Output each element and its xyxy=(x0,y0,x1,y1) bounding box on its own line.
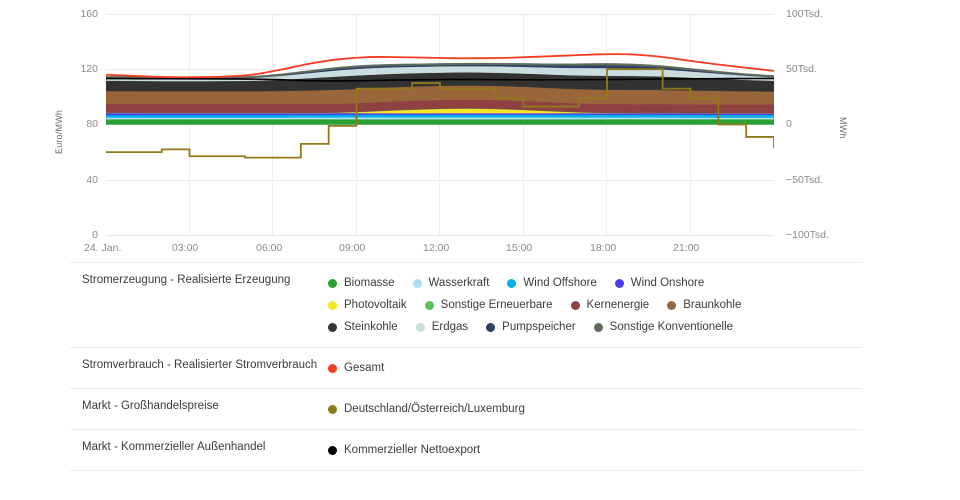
x-axis-line xyxy=(106,235,774,236)
legend-row: Stromverbrauch - Realisierter Stromverbr… xyxy=(70,347,862,388)
legend-item[interactable]: Wasserkraft xyxy=(412,272,490,294)
area-biomasse xyxy=(106,118,774,125)
legend-item[interactable]: Wind Offshore xyxy=(507,272,597,294)
y-tick-right-4: −100Tsd. xyxy=(786,229,829,241)
legend-items: Kommerzieller Nettoexport xyxy=(328,439,862,461)
legend-item[interactable]: Gesamt xyxy=(328,357,384,379)
legend-dot-sonstige-erneuerbare xyxy=(424,300,434,310)
legend-row: Markt - Kommerzieller Außenhandel Kommerz… xyxy=(70,429,862,471)
legend-item-label: Erdgas xyxy=(431,321,469,333)
legend-item[interactable]: Biomasse xyxy=(328,272,395,294)
legend-item-label: Sonstige Konventionelle xyxy=(609,321,734,333)
legend-item-label: Wasserkraft xyxy=(428,277,490,289)
legend-item[interactable]: Deutschland/Österreich/Luxemburg xyxy=(328,398,525,420)
legend-dot-photovoltaik xyxy=(328,300,337,310)
legend-item-label: Photovoltaik xyxy=(344,299,407,311)
y-tick-left-2: 80 xyxy=(86,118,98,130)
y-tick-left-1: 120 xyxy=(80,63,98,75)
legend-item-label: Steinkohle xyxy=(344,321,398,333)
legend-dot-pumpspeicher xyxy=(486,322,496,332)
legend-item-label: Braunkohle xyxy=(683,299,742,311)
legend-item[interactable]: Steinkohle xyxy=(328,316,398,338)
y-tick-right-0: 100Tsd. xyxy=(786,8,823,20)
x-tick-6: 18:00 xyxy=(590,242,617,254)
legend-dot-braunkohle xyxy=(667,300,677,310)
legend-dot-deutschland-sterreich-luxemburg xyxy=(328,404,337,414)
x-axis-ticks: 24. Jan. 03:00 06:00 09:00 12:00 15:00 1… xyxy=(0,243,960,259)
legend-category-label: Markt - Kommerzieller Außenhandel xyxy=(82,441,266,453)
legend-dot-wind-onshore xyxy=(614,278,624,288)
y-tick-right-3: −50Tsd. xyxy=(786,174,824,186)
legend-items: Deutschland/Österreich/Luxemburg xyxy=(328,398,862,420)
legend-item-label: Deutschland/Österreich/Luxemburg xyxy=(344,403,525,415)
x-tick-1: 03:00 xyxy=(172,242,199,254)
y-tick-left-3: 40 xyxy=(86,174,98,186)
legend-dot-wind-offshore xyxy=(507,278,517,288)
legend-row: Stromerzeugung - Realisierte Erzeugung Bi… xyxy=(70,262,862,347)
y-tick-left-0: 160 xyxy=(80,8,98,20)
legend-item[interactable]: Photovoltaik xyxy=(328,294,407,316)
y-axis-left-ticks: 160 120 80 40 0 xyxy=(58,0,98,250)
legend-items: Biomasse Wasserkraft Wind Offshore Wind Ons… xyxy=(328,272,862,338)
legend-category-label: Stromverbrauch - Realisierter Stromverbr… xyxy=(82,359,318,371)
legend-item[interactable]: Kommerzieller Nettoexport xyxy=(328,439,480,461)
legend-item[interactable]: Braunkohle xyxy=(667,294,741,316)
y-tick-left-4: 0 xyxy=(92,229,98,241)
legend-category-label: Stromerzeugung - Realisierte Erzeugung xyxy=(82,274,291,286)
chart-legend: Stromerzeugung - Realisierte Erzeugung Bi… xyxy=(70,262,862,471)
legend-item-label: Wind Offshore xyxy=(523,277,597,289)
y-tick-right-2: 0 xyxy=(786,118,792,130)
legend-dot-steinkohle xyxy=(328,322,337,332)
legend-category-label: Markt - Großhandelspreise xyxy=(82,400,219,412)
legend-row: Markt - Großhandelspreise Deutschland/Öst… xyxy=(70,388,862,429)
legend-item-label: Kommerzieller Nettoexport xyxy=(344,444,481,456)
x-tick-5: 15:00 xyxy=(506,242,533,254)
x-tick-3: 09:00 xyxy=(339,242,366,254)
legend-dot-biomasse xyxy=(328,278,337,288)
y-axis-right-ticks: 100Tsd. 50Tsd. 0 −50Tsd. −100Tsd. xyxy=(786,0,850,250)
chart-plot xyxy=(106,53,774,159)
legend-item[interactable]: Wind Onshore xyxy=(614,272,705,294)
legend-item-label: Kernenergie xyxy=(586,299,650,311)
legend-dot-sonstige-konventionelle xyxy=(593,322,603,332)
x-tick-7: 21:00 xyxy=(673,242,700,254)
legend-item[interactable]: Erdgas xyxy=(415,316,469,338)
legend-item-label: Gesamt xyxy=(344,362,385,374)
legend-dot-kernenergie xyxy=(570,300,580,310)
legend-dot-erdgas xyxy=(415,322,425,332)
legend-item[interactable]: Pumpspeicher xyxy=(486,316,576,338)
legend-dot-gesamt xyxy=(328,363,337,373)
x-tick-0: 24. Jan. xyxy=(84,242,122,254)
x-tick-4: 12:00 xyxy=(423,242,450,254)
legend-item-label: Pumpspeicher xyxy=(502,321,576,333)
legend-dot-kommerzieller-nettoexport xyxy=(328,445,337,455)
y-tick-right-1: 50Tsd. xyxy=(786,63,817,75)
legend-item[interactable]: Kernenergie xyxy=(570,294,650,316)
legend-item-label: Wind Onshore xyxy=(630,277,705,289)
x-tick-2: 06:00 xyxy=(256,242,283,254)
legend-items: Gesamt xyxy=(328,357,862,379)
legend-item[interactable]: Sonstige Erneuerbare xyxy=(424,294,553,316)
chart-area: Euro/MWh MWh 160 120 80 40 0 100Tsd. 50T… xyxy=(0,0,960,262)
legend-item-label: Biomasse xyxy=(344,277,395,289)
legend-item-label: Sonstige Erneuerbare xyxy=(440,299,553,311)
legend-item[interactable]: Sonstige Konventionelle xyxy=(593,316,734,338)
energy-chart-page: Euro/MWh MWh 160 120 80 40 0 100Tsd. 50T… xyxy=(0,0,960,500)
legend-dot-wasserkraft xyxy=(412,278,422,288)
